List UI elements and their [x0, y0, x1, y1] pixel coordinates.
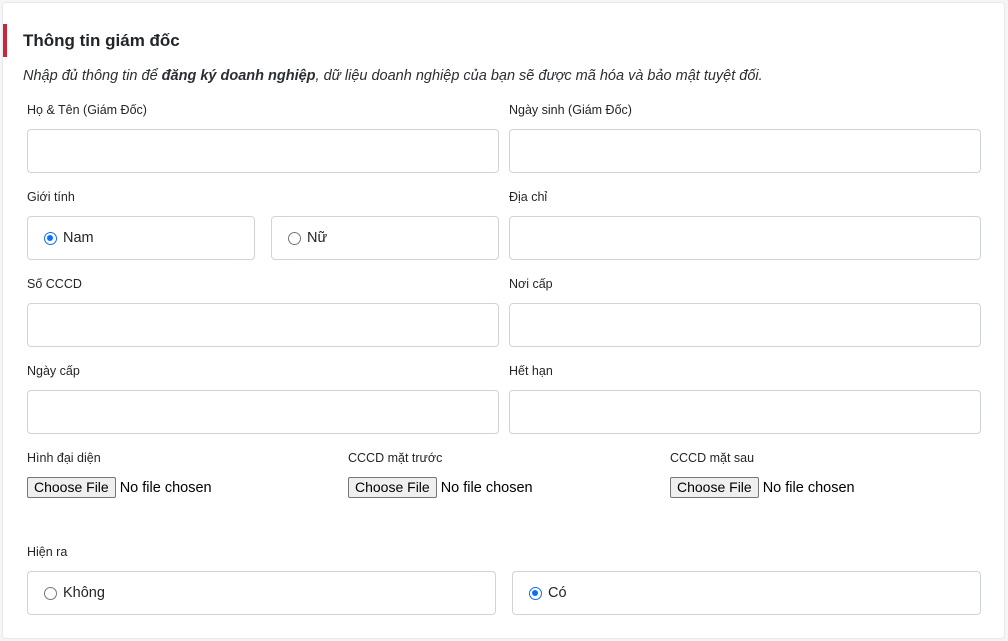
- birthdate-input[interactable]: [509, 129, 981, 173]
- visible-no-radio[interactable]: [44, 586, 57, 600]
- gender-female-radio[interactable]: [288, 231, 301, 245]
- gender-option-male[interactable]: Nam: [27, 216, 255, 260]
- gender-label: Giới tính: [27, 190, 75, 204]
- id-back-file-status: No file chosen: [762, 479, 855, 496]
- visible-no-label: Không: [63, 585, 105, 601]
- id-back-choose-file-button[interactable]: Choose File: [670, 477, 759, 498]
- address-label: Địa chỉ: [509, 190, 548, 204]
- avatar-choose-file-button[interactable]: Choose File: [27, 477, 116, 498]
- gender-option-female[interactable]: Nữ: [271, 216, 499, 260]
- intro-text-end: , dữ liệu doanh nghiệp của bạn sẽ được m…: [315, 68, 763, 84]
- id-front-choose-file-button[interactable]: Choose File: [348, 477, 437, 498]
- id-front-file-status: No file chosen: [440, 479, 533, 496]
- visible-option-no[interactable]: Không: [27, 571, 496, 615]
- intro-text-bold: đăng ký doanh nghiệp: [161, 68, 316, 84]
- id-back-file-input[interactable]: Choose File No file chosen: [670, 477, 855, 498]
- intro-text-start: Nhập đủ thông tin để: [23, 68, 162, 84]
- issued-date-input[interactable]: [27, 390, 499, 434]
- address-input[interactable]: [509, 216, 981, 260]
- full-name-label: Họ & Tên (Giám Đốc): [27, 103, 147, 117]
- avatar-file-status: No file chosen: [119, 479, 212, 496]
- visible-label: Hiện ra: [27, 545, 68, 559]
- section-title: Thông tin giám đốc: [23, 31, 180, 50]
- full-name-input[interactable]: [27, 129, 499, 173]
- visible-yes-label: Có: [548, 585, 567, 601]
- gender-female-label: Nữ: [307, 230, 328, 246]
- visible-option-yes[interactable]: Có: [512, 571, 981, 615]
- issued-date-label: Ngày cấp: [27, 364, 80, 378]
- avatar-file-input[interactable]: Choose File No file chosen: [27, 477, 212, 498]
- id-back-label: CCCD mặt sau: [670, 451, 755, 465]
- avatar-label: Hình đại diện: [27, 451, 101, 465]
- gender-male-radio[interactable]: [44, 231, 57, 245]
- id-front-file-input[interactable]: Choose File No file chosen: [348, 477, 533, 498]
- section-accent-bar: [3, 24, 7, 57]
- issued-place-input[interactable]: [509, 303, 981, 347]
- intro-text: Nhập đủ thông tin để đăng ký doanh nghiệ…: [23, 68, 763, 84]
- expiry-label: Hết hạn: [509, 364, 553, 378]
- visible-yes-radio[interactable]: [529, 586, 542, 600]
- id-number-input[interactable]: [27, 303, 499, 347]
- id-number-label: Số CCCD: [27, 277, 82, 291]
- expiry-input[interactable]: [509, 390, 981, 434]
- id-front-label: CCCD mặt trước: [348, 451, 443, 465]
- birthdate-label: Ngày sinh (Giám Đốc): [509, 103, 632, 117]
- issued-place-label: Nơi cấp: [509, 277, 553, 291]
- gender-male-label: Nam: [63, 230, 94, 246]
